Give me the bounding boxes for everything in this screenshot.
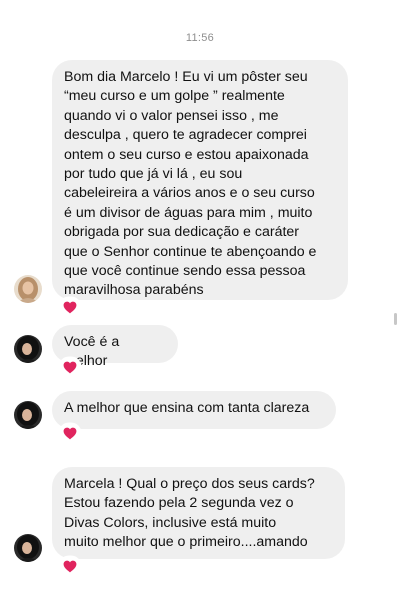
avatar-light-haired-woman-icon (14, 275, 42, 303)
avatar-dark-haired-woman-icon (14, 534, 42, 562)
heart-icon (63, 427, 77, 439)
avatar[interactable] (14, 401, 42, 429)
heart-reaction[interactable] (60, 424, 80, 442)
avatar-dark-haired-woman-icon (14, 335, 42, 363)
avatar-dark-haired-woman-icon (14, 401, 42, 429)
scrollbar-thumb[interactable] (394, 313, 397, 325)
avatar[interactable] (14, 275, 42, 303)
message-bubble[interactable]: Marcela ! Qual o preço dos seus cards? E… (52, 467, 345, 559)
heart-reaction[interactable] (60, 358, 80, 376)
message-timestamp: 11:56 (185, 32, 215, 44)
heart-icon (63, 301, 77, 313)
heart-reaction[interactable] (60, 557, 80, 575)
message-bubble[interactable]: A melhor que ensina com tanta clareza (52, 391, 336, 429)
heart-icon (63, 361, 77, 373)
heart-icon (63, 560, 77, 572)
message-bubble[interactable]: Bom dia Marcelo ! Eu vi um pôster seu “m… (52, 60, 348, 300)
avatar[interactable] (14, 534, 42, 562)
avatar[interactable] (14, 335, 42, 363)
heart-reaction[interactable] (60, 298, 80, 316)
